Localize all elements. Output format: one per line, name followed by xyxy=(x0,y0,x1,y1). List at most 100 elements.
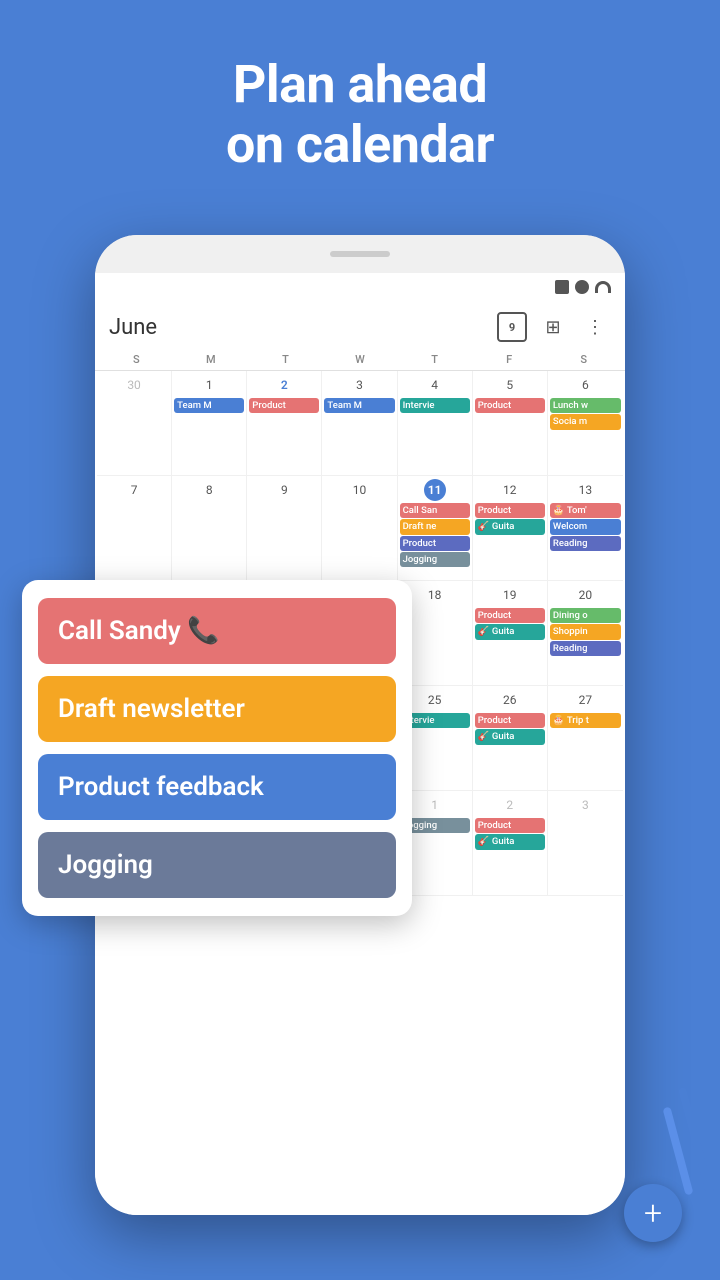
day-number: 10 xyxy=(348,479,370,501)
task-card-2[interactable]: Product feedback xyxy=(38,754,396,820)
day-number: 27 xyxy=(574,689,596,711)
event-pill[interactable]: Product xyxy=(475,608,545,623)
day-headers: S M T W T F S xyxy=(95,349,625,371)
event-pill[interactable]: Product xyxy=(249,398,319,413)
day-number: 9 xyxy=(273,479,295,501)
day-number: 6 xyxy=(574,374,596,396)
event-pill[interactable]: Reading xyxy=(550,641,621,656)
wifi-icon xyxy=(595,281,611,293)
event-pill[interactable]: 🎂 Tom' xyxy=(550,503,621,518)
task-cards-panel: Call Sandy 📞 Draft newsletter Product feed… xyxy=(22,580,412,916)
event-pill[interactable]: Intervie xyxy=(400,398,470,413)
event-pill[interactable]: Product xyxy=(475,818,545,833)
cal-cell-w0d3[interactable]: 3 Team M xyxy=(322,371,397,476)
decorative-lines xyxy=(668,1086,700,1200)
event-pill[interactable]: 🎂 Trip t xyxy=(550,713,621,728)
header-icons: 9 ⊞ ⋮ xyxy=(497,311,611,343)
cal-cell-w0d5[interactable]: 5 Product xyxy=(473,371,548,476)
day-number: 30 xyxy=(123,374,145,396)
day-header-t2: T xyxy=(397,349,472,370)
more-options-button[interactable]: ⋮ xyxy=(579,311,611,343)
cal-cell-w3d5[interactable]: 26 Product🎸 Guita xyxy=(473,686,548,791)
task-card-3[interactable]: Jogging xyxy=(38,832,396,898)
event-pill[interactable]: Lunch w xyxy=(550,398,621,413)
battery-icon xyxy=(555,280,569,294)
task-card-1[interactable]: Draft newsletter xyxy=(38,676,396,742)
cal-cell-w0d0[interactable]: 30 xyxy=(97,371,172,476)
event-pill[interactable]: Team M xyxy=(174,398,244,413)
day-number: 5 xyxy=(499,374,521,396)
add-event-fab[interactable]: + xyxy=(624,1184,682,1242)
day-number: 1 xyxy=(198,374,220,396)
cal-cell-w0d4[interactable]: 4 Intervie xyxy=(398,371,473,476)
phone-speaker xyxy=(330,251,390,257)
task-card-label: Jogging xyxy=(58,850,153,880)
event-pill[interactable]: 🎸 Guita xyxy=(475,624,545,639)
day-number: 11 xyxy=(424,479,446,501)
task-card-label: Draft newsletter xyxy=(58,694,245,724)
cal-cell-w4d5[interactable]: 2 Product🎸 Guita xyxy=(473,791,548,896)
cal-cell-w0d1[interactable]: 1 Team M xyxy=(172,371,247,476)
event-pill[interactable]: 🎸 Guita xyxy=(475,519,545,534)
event-pill[interactable]: Product xyxy=(475,503,545,518)
event-pill[interactable]: Jogging xyxy=(400,552,470,567)
event-pill[interactable]: 🎸 Guita xyxy=(475,834,545,849)
cal-cell-w1d6[interactable]: 13 🎂 Tom'Welcom Reading xyxy=(548,476,623,581)
day-number: 8 xyxy=(198,479,220,501)
event-pill[interactable]: 🎸 Guita xyxy=(475,729,545,744)
cal-cell-w1d4[interactable]: 11 Call SanDraft ne ProductJogging xyxy=(398,476,473,581)
day-number: 19 xyxy=(499,584,521,606)
cal-cell-w4d6[interactable]: 3 xyxy=(548,791,623,896)
cal-cell-w1d0[interactable]: 7 xyxy=(97,476,172,581)
task-card-label: Call Sandy 📞 xyxy=(58,616,220,646)
cal-cell-w2d6[interactable]: 20 Dining oShoppin Reading xyxy=(548,581,623,686)
day-header-m: M xyxy=(174,349,249,370)
day-number: 18 xyxy=(424,584,446,606)
day-number: 12 xyxy=(499,479,521,501)
day-number: 20 xyxy=(574,584,596,606)
day-number: 2 xyxy=(499,794,521,816)
event-pill[interactable]: Welcom xyxy=(550,519,621,534)
event-pill[interactable]: Reading xyxy=(550,536,621,551)
task-card-label: Product feedback xyxy=(58,772,264,802)
event-pill[interactable]: Draft ne xyxy=(400,519,470,534)
event-pill[interactable]: Socia m xyxy=(550,414,621,429)
cal-cell-w2d5[interactable]: 19 Product🎸 Guita xyxy=(473,581,548,686)
event-pill[interactable]: Shoppin xyxy=(550,624,621,639)
day-number: 3 xyxy=(348,374,370,396)
day-header-s2: S xyxy=(546,349,621,370)
day-number: 3 xyxy=(574,794,596,816)
phone-top-bar xyxy=(95,235,625,273)
event-pill[interactable]: Call San xyxy=(400,503,470,518)
event-pill[interactable]: Product xyxy=(475,713,545,728)
calendar-header: June 9 ⊞ ⋮ xyxy=(95,301,625,349)
cal-cell-w1d1[interactable]: 8 xyxy=(172,476,247,581)
event-pill[interactable]: Product xyxy=(400,536,470,551)
event-pill[interactable]: Dining o xyxy=(550,608,621,623)
cal-cell-w1d5[interactable]: 12 Product🎸 Guita xyxy=(473,476,548,581)
hero-title: Plan ahead on calendar xyxy=(0,0,720,175)
day-number: 13 xyxy=(574,479,596,501)
event-pill[interactable]: Team M xyxy=(324,398,394,413)
day-header-f: F xyxy=(472,349,547,370)
cal-cell-w0d6[interactable]: 6 Lunch wSocia m xyxy=(548,371,623,476)
cal-cell-w1d2[interactable]: 9 xyxy=(247,476,322,581)
day-number: 25 xyxy=(424,689,446,711)
day-number: 7 xyxy=(123,479,145,501)
signal-icon xyxy=(575,280,589,294)
month-title: June xyxy=(109,315,157,340)
cal-cell-w1d3[interactable]: 10 xyxy=(322,476,397,581)
cal-cell-w0d2[interactable]: 2 Product xyxy=(247,371,322,476)
task-card-0[interactable]: Call Sandy 📞 xyxy=(38,598,396,664)
day-number: 1 xyxy=(424,794,446,816)
day-number: 2 xyxy=(273,374,295,396)
day-number: 26 xyxy=(499,689,521,711)
day-number: 4 xyxy=(424,374,446,396)
day-header-t1: T xyxy=(248,349,323,370)
today-button[interactable]: 9 xyxy=(497,312,527,342)
cal-cell-w3d6[interactable]: 27 🎂 Trip t xyxy=(548,686,623,791)
day-header-w: W xyxy=(323,349,398,370)
day-header-s1: S xyxy=(99,349,174,370)
grid-view-button[interactable]: ⊞ xyxy=(537,311,569,343)
event-pill[interactable]: Product xyxy=(475,398,545,413)
